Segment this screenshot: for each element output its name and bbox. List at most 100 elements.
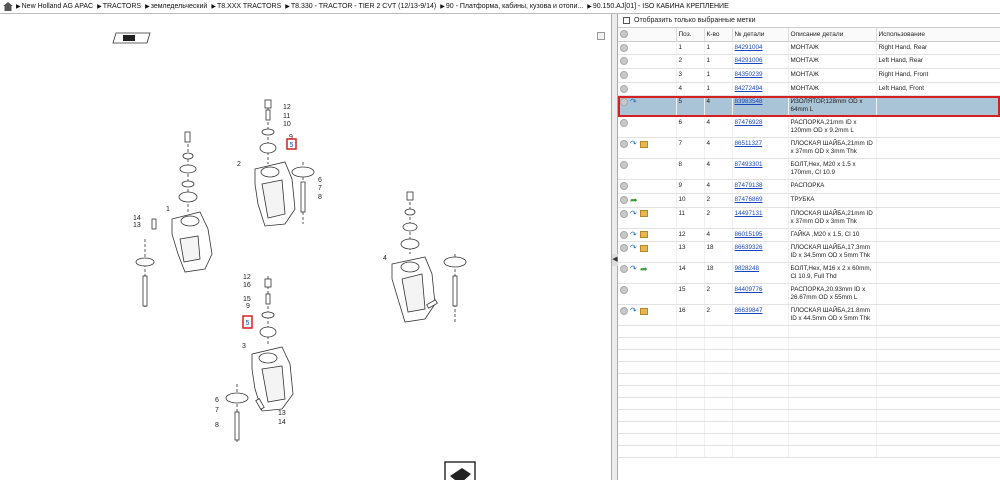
breadcrumb-item[interactable]: земледельческий	[151, 3, 208, 10]
table-row[interactable]: ↷ 11 2 14497131 ПЛОСКАЯ ШАЙБА,21mm ID x 37mm…	[618, 207, 1000, 229]
show-selected-checkbox[interactable]	[623, 17, 630, 24]
table-row[interactable]: ➦ 10 2 87476869 ТРУБКА	[618, 193, 1000, 208]
replacement-arrow-icon[interactable]: ↷	[630, 209, 638, 218]
empty-cell	[704, 361, 733, 375]
select-circle-icon[interactable]	[620, 244, 628, 253]
table-row[interactable]: ↷ 7 4 86511327 ПЛОСКАЯ ШАЙБА,21mm ID x 37mm …	[618, 137, 1000, 160]
table-row[interactable]: 1 1 84291004 МОНТАЖ Right Hand, Rear	[618, 41, 1000, 56]
column-header[interactable]: № детали	[732, 28, 789, 42]
select-circle-icon[interactable]	[620, 209, 628, 218]
select-circle-icon[interactable]	[620, 70, 628, 79]
part-number-link[interactable]: 84350239	[735, 71, 763, 78]
table-row[interactable]: 3 1 84350239 МОНТАЖ Right Hand, Front	[618, 68, 1000, 83]
maximize-icon[interactable]	[597, 32, 605, 40]
cell-usage	[876, 137, 1000, 160]
table-row[interactable]: 9 4 87479138 РАСПОРКА	[618, 179, 1000, 194]
replacement-arrow-icon[interactable]: ↷	[630, 265, 638, 273]
select-all-icon[interactable]	[620, 30, 628, 39]
breadcrumb-item[interactable]: 90.150.AJ[01] - ISO КАБИНА КРЕПЛЕНИЕ	[593, 3, 729, 10]
breadcrumb-item[interactable]: 90 - Платформа, кабины, кузова и отопи..…	[446, 3, 583, 10]
cell-quantity: 4	[704, 95, 733, 118]
empty-cell	[704, 433, 733, 447]
select-circle-icon[interactable]	[620, 98, 628, 107]
select-circle-icon[interactable]	[620, 182, 628, 191]
cell-usage	[876, 304, 1000, 327]
part-number-link[interactable]: 84291006	[735, 57, 763, 64]
part-number-link[interactable]: 84291004	[735, 44, 763, 51]
table-row[interactable]: ↷ 16 2 86639847 ПЛОСКАЯ ШАЙБА,21.8mm ID x 44…	[618, 304, 1000, 327]
table-row[interactable]: 2 1 84291006 МОНТАЖ Left Hand, Rear	[618, 54, 1000, 69]
package-icon[interactable]	[640, 307, 648, 315]
cell-description: ГАЙКА ,M20 x 1.5, Cl 10	[788, 228, 877, 243]
package-icon[interactable]	[640, 140, 648, 148]
select-circle-icon[interactable]	[620, 119, 628, 128]
breadcrumb-item[interactable]: TRACTORS	[103, 3, 141, 10]
column-header[interactable]	[618, 28, 677, 42]
part-number-link[interactable]: 86639326	[735, 244, 763, 251]
part-number-link[interactable]: 87476928	[735, 119, 763, 126]
select-circle-icon[interactable]	[620, 161, 628, 170]
part-number-link[interactable]: 87476869	[735, 196, 763, 203]
empty-cell	[732, 433, 789, 447]
mount-assembly-front-left	[391, 191, 467, 324]
part-number-link[interactable]: 86511327	[735, 140, 763, 147]
breadcrumb-arrow-icon: ▶	[211, 4, 216, 10]
select-circle-icon[interactable]	[620, 265, 628, 274]
cell-position: 16	[676, 304, 705, 327]
green-arrow-icon[interactable]: ➦	[630, 195, 638, 204]
table-row[interactable]: 15 2 84409776 РАСПОРКА,20.93mm ID x 26.67mm…	[618, 283, 1000, 306]
select-circle-icon[interactable]	[620, 286, 628, 295]
replacement-arrow-icon[interactable]: ↷	[630, 98, 638, 106]
part-number-link[interactable]: 84272494	[735, 85, 763, 92]
package-icon[interactable]	[640, 231, 648, 239]
select-circle-icon[interactable]	[620, 43, 628, 52]
part-number-link[interactable]: 9828248	[735, 265, 760, 272]
table-row[interactable]: ↷ 13 18 86639326 ПЛОСКАЯ ШАЙБА,17.3mm ID x 3…	[618, 241, 1000, 264]
table-row[interactable]: 8 4 87493301 БОЛТ,Hex, M20 x 1.5 x 170mm, C…	[618, 158, 1000, 181]
empty-cell	[876, 445, 1000, 459]
part-number-link[interactable]: 87479138	[735, 182, 763, 189]
package-icon[interactable]	[640, 210, 648, 218]
cell-part-number: 14497131	[732, 207, 789, 229]
green-arrow-icon[interactable]: ➦	[640, 265, 648, 274]
part-number-link[interactable]: 14497131	[735, 210, 763, 217]
replacement-arrow-icon[interactable]: ↷	[630, 230, 638, 239]
breadcrumb-item[interactable]: T8.330 - TRACTOR - TIER 2 CVT (12/13-9/1…	[291, 3, 436, 10]
select-circle-icon[interactable]	[620, 84, 628, 93]
replacement-arrow-icon[interactable]: ↷	[630, 244, 638, 252]
package-icon[interactable]	[640, 244, 648, 252]
table-row[interactable]: 6 4 87476928 РАСПОРКА,21mm ID x 120mm OD x …	[618, 116, 1000, 139]
select-circle-icon[interactable]	[620, 195, 628, 204]
row-icons-cell: ↷	[618, 304, 677, 327]
part-number-link[interactable]: 86639847	[735, 307, 763, 314]
next-sheet-icon[interactable]	[444, 461, 476, 482]
breadcrumb-item[interactable]: New Holland AG APAC	[22, 3, 93, 10]
select-circle-icon[interactable]	[620, 140, 628, 149]
column-header[interactable]: Использование	[876, 28, 1000, 42]
table-row[interactable]: 4 1 84272494 МОНТАЖ Left Hand, Front	[618, 82, 1000, 97]
breadcrumb-item[interactable]: T8.XXX TRACTORS	[217, 3, 281, 10]
table-row[interactable]: ↷ 5 4 83983548 ИЗОЛЯТОР,128mm OD x 64mm L	[618, 95, 1000, 118]
table-row[interactable]: ↷ 12 4 86015195 ГАЙКА ,M20 x 1.5, Cl 10	[618, 228, 1000, 243]
part-number-link[interactable]: 86015195	[735, 231, 763, 238]
replacement-arrow-icon[interactable]: ↷	[630, 140, 638, 148]
empty-cell	[788, 385, 877, 399]
empty-cell	[618, 409, 677, 423]
cell-part-number: 87476869	[732, 193, 789, 208]
cell-description: МОНТАЖ	[788, 82, 877, 97]
part-number-link[interactable]: 83983548	[735, 98, 763, 105]
cell-description: РАСПОРКА,21mm ID x 120mm OD x 9.2mm L	[788, 116, 877, 139]
part-number-link[interactable]: 84409776	[735, 286, 763, 293]
select-circle-icon[interactable]	[620, 57, 628, 66]
select-circle-icon[interactable]	[620, 230, 628, 239]
callout-8b: 8	[215, 422, 219, 429]
cell-quantity: 2	[704, 193, 733, 208]
column-header[interactable]: К-во	[704, 28, 733, 42]
replacement-arrow-icon[interactable]: ↷	[630, 307, 638, 315]
table-row[interactable]: ↷ ➦ 14 18 9828248 БОЛТ,Hex, M16 x 2 x 60mm, C…	[618, 262, 1000, 285]
column-header[interactable]: Описание детали	[788, 28, 877, 42]
select-circle-icon[interactable]	[620, 307, 628, 316]
column-header[interactable]: Поз.	[676, 28, 705, 42]
part-number-link[interactable]: 87493301	[735, 161, 763, 168]
home-icon[interactable]	[3, 2, 13, 11]
